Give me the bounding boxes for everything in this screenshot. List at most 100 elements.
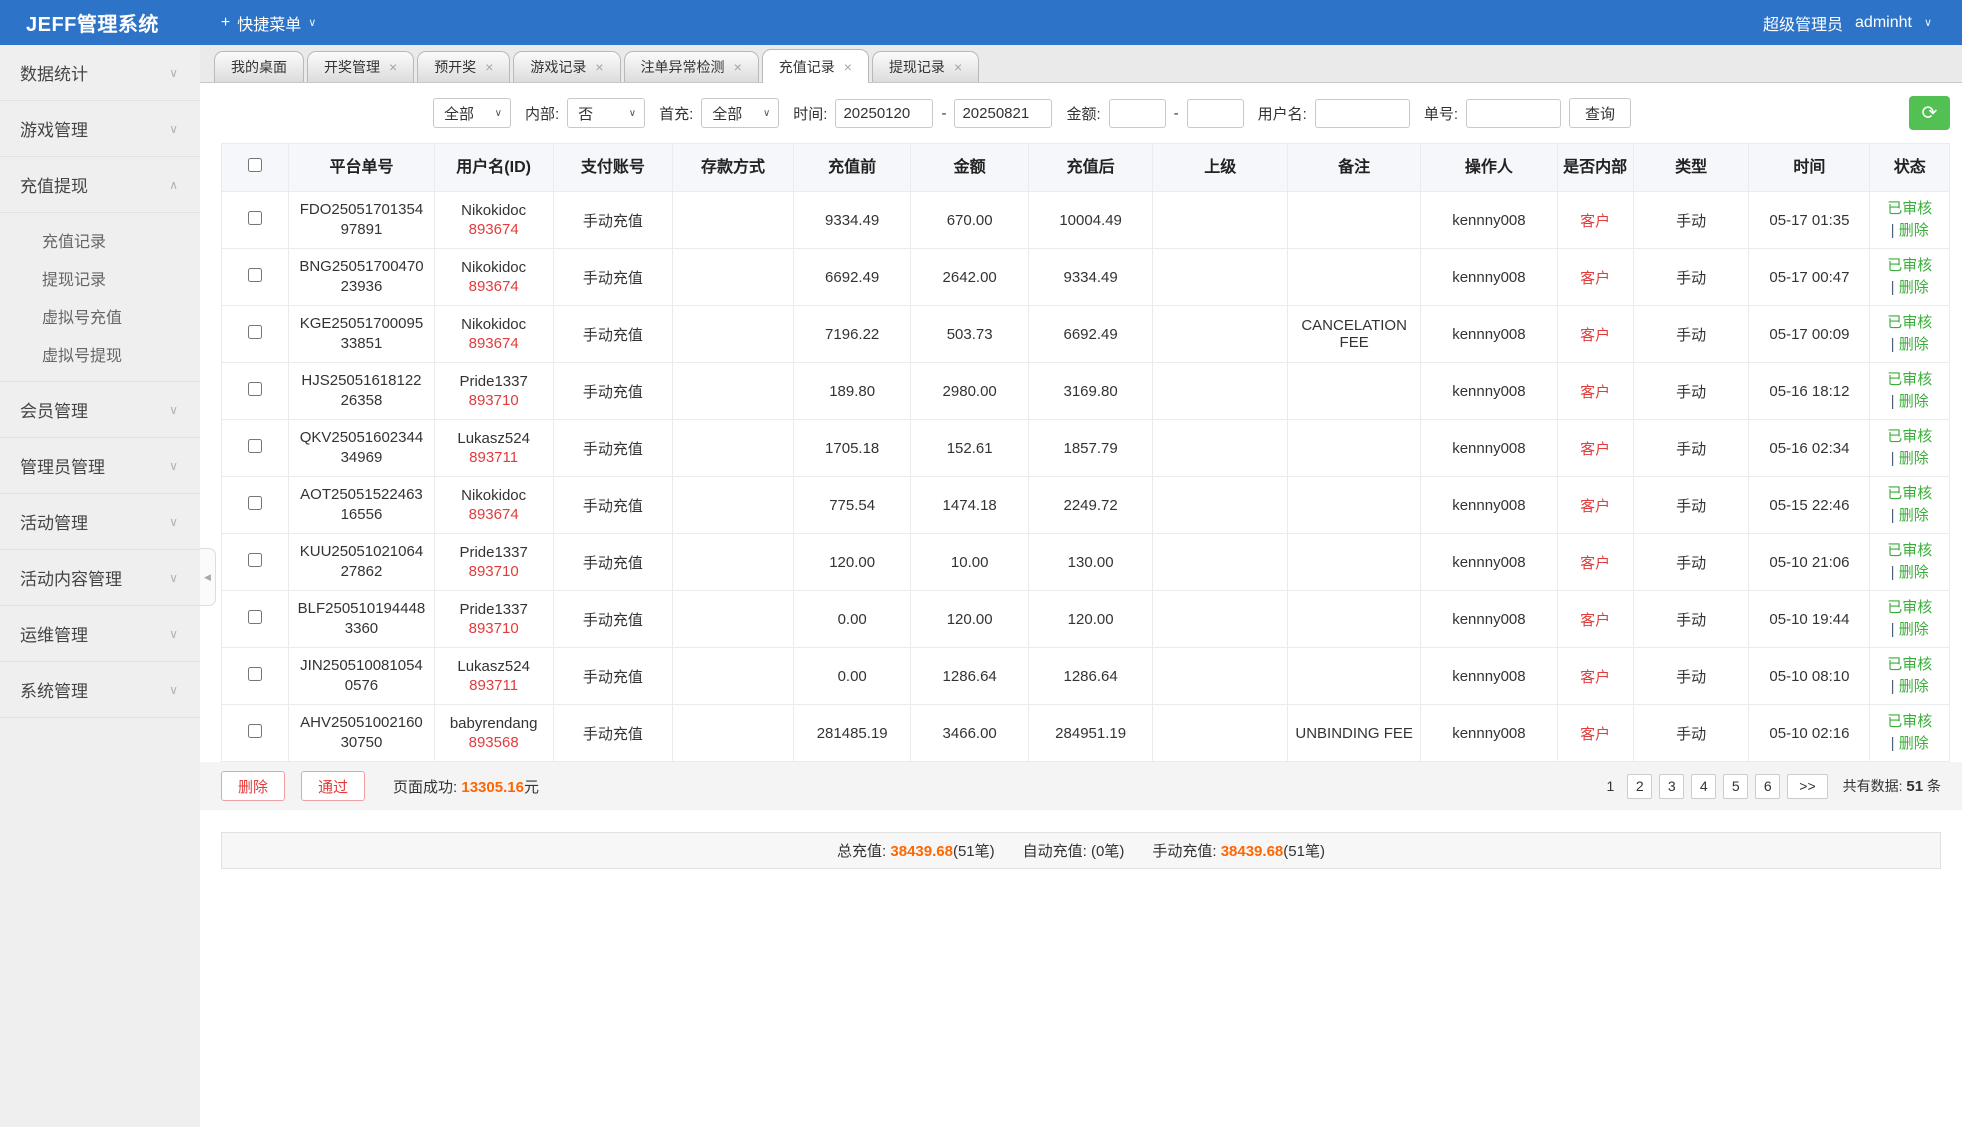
delete-link[interactable]: 删除 [1899, 564, 1929, 581]
chevron-down-icon: ∨ [169, 66, 178, 80]
close-icon[interactable]: × [389, 59, 397, 75]
row-checkbox[interactable] [248, 439, 262, 453]
tab-order-anomaly-check[interactable]: 注单异常检测× [624, 51, 759, 82]
table-row: BNG2505170047023936Nikokidoc893674手动充值66… [222, 249, 1950, 306]
status-approved-label: 已审核 [1874, 198, 1945, 220]
sidebar-item-system-mgmt[interactable]: 系统管理∨ [0, 662, 200, 718]
status-separator: | [1891, 393, 1899, 410]
row-select-cell [222, 534, 289, 591]
time-from-input[interactable] [835, 99, 933, 128]
row-checkbox[interactable] [248, 724, 262, 738]
sidebar-item-recharge-withdraw[interactable]: 充值提现∧ [0, 157, 200, 213]
column-header: 平台单号 [289, 144, 434, 192]
sidebar-subitem-virtual-recharge[interactable]: 虚拟号充值 [0, 297, 200, 335]
chevron-down-icon: ∨ [763, 108, 770, 119]
query-button[interactable]: 查询 [1569, 98, 1631, 128]
tab-withdraw-records[interactable]: 提现记录× [872, 51, 979, 82]
row-checkbox[interactable] [248, 610, 262, 624]
deposit-method-cell [672, 534, 793, 591]
pagination-page-button[interactable]: 2 [1627, 774, 1652, 799]
row-checkbox[interactable] [248, 211, 262, 225]
status-actions: | 删除 [1874, 562, 1945, 584]
close-icon[interactable]: × [844, 59, 852, 75]
close-icon[interactable]: × [485, 59, 493, 75]
before-amount-cell: 0.00 [793, 591, 911, 648]
sidebar-item-member-mgmt[interactable]: 会员管理∨ [0, 382, 200, 438]
status-separator: | [1891, 450, 1899, 467]
close-icon[interactable]: × [954, 59, 962, 75]
tab-recharge-records[interactable]: 充值记录× [762, 49, 869, 83]
sidebar-item-activity-mgmt[interactable]: 活动管理∨ [0, 494, 200, 550]
time-to-input[interactable] [954, 99, 1052, 128]
sidebar-item-label: 会员管理 [20, 397, 88, 422]
refresh-button[interactable]: ⟳ [1909, 96, 1950, 130]
sidebar-subitem-recharge-records[interactable]: 充值记录 [0, 221, 200, 259]
row-checkbox[interactable] [248, 382, 262, 396]
delete-link[interactable]: 删除 [1899, 678, 1929, 695]
delete-link[interactable]: 删除 [1899, 450, 1929, 467]
row-checkbox[interactable] [248, 496, 262, 510]
amount-to-input[interactable] [1187, 99, 1244, 128]
pagination-next-button[interactable]: >> [1787, 774, 1827, 799]
delete-link[interactable]: 删除 [1899, 621, 1929, 638]
delete-link[interactable]: 删除 [1899, 336, 1929, 353]
deposit-method-cell [672, 192, 793, 249]
sidebar-item-admin-mgmt[interactable]: 管理员管理∨ [0, 438, 200, 494]
close-icon[interactable]: × [595, 59, 603, 75]
pagination-page-button[interactable]: 5 [1723, 774, 1748, 799]
user-id-label: 893568 [439, 734, 549, 751]
first-charge-select[interactable]: 全部 ∨ [701, 98, 779, 128]
tab-my-desktop[interactable]: 我的桌面 [214, 51, 304, 82]
username-input[interactable] [1315, 99, 1410, 128]
top-bar: JEFF管理系统 + 快捷菜单 ∨ 超级管理员 adminht ∨ [0, 0, 1962, 45]
delete-button[interactable]: 删除 [221, 771, 285, 801]
delete-link[interactable]: 删除 [1899, 279, 1929, 296]
main-layout: 数据统计∨游戏管理∨充值提现∧充值记录提现记录虚拟号充值虚拟号提现会员管理∨管理… [0, 45, 1962, 1127]
sidebar-item-activity-content-mgmt[interactable]: 活动内容管理∨ [0, 550, 200, 606]
amount-from-input[interactable] [1109, 99, 1166, 128]
row-checkbox[interactable] [248, 268, 262, 282]
time-cell: 05-16 18:12 [1749, 363, 1870, 420]
user-id-label: 893711 [439, 677, 549, 694]
quick-menu-button[interactable]: + 快捷菜单 ∨ [221, 11, 316, 35]
row-checkbox[interactable] [248, 553, 262, 567]
order-no-input[interactable] [1466, 99, 1561, 128]
pagination-page-button[interactable]: 4 [1691, 774, 1716, 799]
status-approved-label: 已审核 [1874, 597, 1945, 619]
pagination-page-button[interactable]: 6 [1755, 774, 1780, 799]
sidebar-item-label: 游戏管理 [20, 116, 88, 141]
delete-link[interactable]: 删除 [1899, 222, 1929, 239]
order-cell: JIN2505100810540576 [289, 648, 434, 705]
tab-lottery-mgmt[interactable]: 开奖管理× [307, 51, 414, 82]
delete-link[interactable]: 删除 [1899, 393, 1929, 410]
internal-select[interactable]: 否 ∨ [567, 98, 645, 128]
row-checkbox[interactable] [248, 667, 262, 681]
delete-link[interactable]: 删除 [1899, 507, 1929, 524]
sidebar-item-data-stats[interactable]: 数据统计∨ [0, 45, 200, 101]
sidebar-item-ops-mgmt[interactable]: 运维管理∨ [0, 606, 200, 662]
tab-game-records[interactable]: 游戏记录× [513, 51, 620, 82]
sidebar-subitem-withdraw-records[interactable]: 提现记录 [0, 259, 200, 297]
select-all-checkbox[interactable] [248, 158, 262, 172]
sidebar-item-game-mgmt[interactable]: 游戏管理∨ [0, 101, 200, 157]
internal-label: 内部: [525, 103, 559, 124]
approve-button[interactable]: 通过 [301, 771, 365, 801]
sidebar-collapse-handle[interactable]: ◀ [200, 548, 216, 606]
delete-link[interactable]: 删除 [1899, 735, 1929, 752]
operator-cell: kennny008 [1421, 477, 1558, 534]
status-separator: | [1891, 279, 1899, 296]
close-icon[interactable]: × [734, 59, 742, 75]
sidebar-subitem-virtual-withdraw[interactable]: 虚拟号提现 [0, 335, 200, 373]
user-menu[interactable]: 超级管理员 adminht ∨ [1763, 11, 1962, 35]
page-total-label: 页面成功: [393, 779, 457, 796]
remark-cell [1288, 534, 1421, 591]
tab-pre-lottery[interactable]: 预开奖× [417, 51, 510, 82]
type-select[interactable]: 全部 ∨ [433, 98, 511, 128]
time-cell: 05-16 02:34 [1749, 420, 1870, 477]
pagination-page-button[interactable]: 3 [1659, 774, 1684, 799]
row-checkbox[interactable] [248, 325, 262, 339]
sidebar-item-label: 活动内容管理 [20, 565, 122, 590]
user-id-label: 893674 [439, 221, 549, 238]
table-row: QKV2505160234434969Lukasz524893711手动充值17… [222, 420, 1950, 477]
page-total-unit: 元 [524, 779, 539, 796]
